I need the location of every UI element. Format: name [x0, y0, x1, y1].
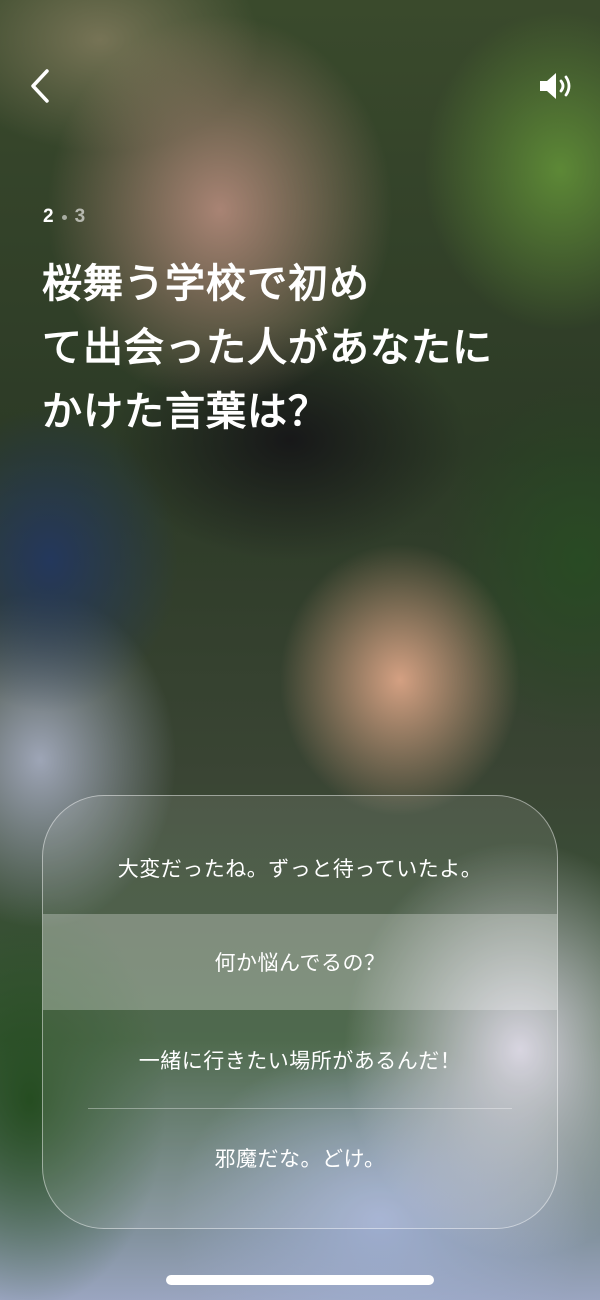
answer-choices-panel: 大変だったね。ずっと待っていたよ。 何か悩んでるの？ 一緒に行きたい場所があるん… — [42, 795, 558, 1229]
question-title: 桜舞う学校で初め て出会った人があなたに かけた言葉は？ — [42, 252, 542, 444]
progress-separator-dot — [61, 214, 67, 220]
choice-divider — [88, 1108, 512, 1109]
answer-choice-2-selected[interactable]: 何か悩んでるの？ — [43, 914, 557, 1010]
speaker-volume-icon — [540, 73, 571, 99]
question-progress: 2 3 — [43, 206, 85, 228]
answer-choice-1[interactable]: 大変だったね。ずっと待っていたよ。 — [43, 820, 557, 916]
question-line: て出会った人があなたに — [42, 325, 493, 371]
answer-choice-3[interactable]: 一緒に行きたい場所があるんだ！ — [43, 1012, 557, 1108]
answer-choice-label: 邪魔だな。どけ。 — [214, 1147, 386, 1171]
progress-total: 3 — [74, 206, 86, 227]
answer-choice-4[interactable]: 邪魔だな。どけ。 — [43, 1110, 557, 1206]
question-line: 桜舞う学校で初め — [42, 261, 370, 307]
progress-current: 2 — [43, 206, 54, 227]
home-indicator[interactable] — [166, 1275, 434, 1285]
sound-button[interactable] — [536, 66, 576, 106]
chevron-left-icon — [31, 69, 49, 103]
answer-choice-label: 大変だったね。ずっと待っていたよ。 — [117, 857, 483, 881]
answer-choice-label: 一緒に行きたい場所があるんだ！ — [138, 1049, 462, 1073]
question-line: かけた言葉は？ — [42, 389, 329, 435]
back-button[interactable] — [20, 66, 60, 106]
answer-choice-label: 何か悩んでるの？ — [214, 951, 386, 975]
